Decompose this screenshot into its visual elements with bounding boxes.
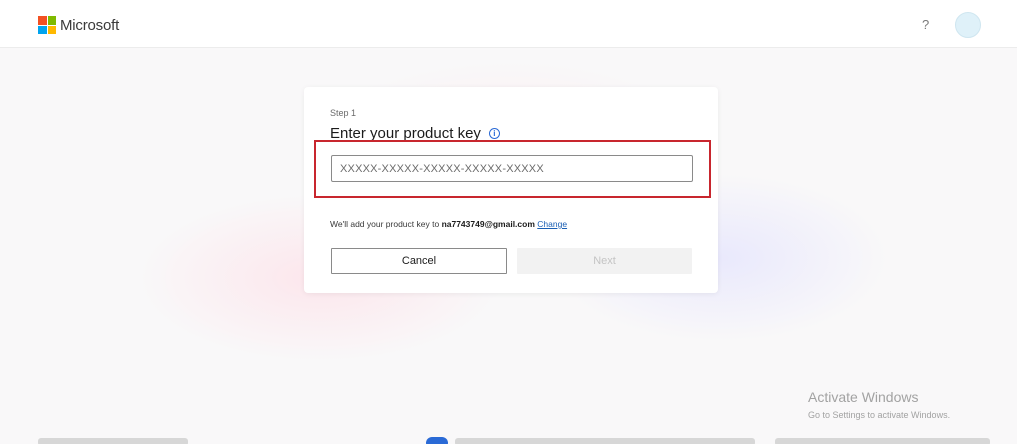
footer-fragment	[455, 438, 755, 444]
brand-name: Microsoft	[60, 16, 120, 34]
activate-windows-watermark: Activate Windows Go to Settings to activ…	[808, 389, 950, 420]
notice-text: We'll add your product key to	[330, 219, 442, 229]
step-label: Step 1	[330, 108, 357, 118]
logo-square-red	[38, 16, 47, 25]
info-icon[interactable]: i	[488, 128, 500, 139]
watermark-subtitle: Go to Settings to activate Windows.	[808, 410, 951, 420]
microsoft-logo-icon	[38, 16, 56, 34]
account-avatar[interactable]	[955, 12, 981, 38]
product-key-input[interactable]	[331, 155, 693, 182]
account-email: na7743749@gmail.com	[441, 219, 535, 229]
footer-fragment	[38, 438, 188, 444]
change-account-link[interactable]: Change	[537, 219, 567, 229]
cancel-button[interactable]: Cancel	[331, 248, 507, 274]
microsoft-brand[interactable]: Microsoft	[38, 16, 119, 34]
footer-toggle[interactable]	[426, 437, 448, 444]
top-bar: Microsoft ?	[0, 0, 1017, 48]
logo-square-blue	[38, 25, 47, 34]
next-button[interactable]: Next	[517, 248, 692, 274]
footer-fragment	[775, 438, 990, 444]
logo-square-green	[47, 16, 56, 25]
logo-square-yellow	[47, 25, 56, 34]
account-notice: We'll add your product key to na7743749@…	[330, 219, 567, 229]
watermark-title: Activate Windows	[808, 389, 919, 405]
help-icon[interactable]: ?	[922, 17, 929, 32]
